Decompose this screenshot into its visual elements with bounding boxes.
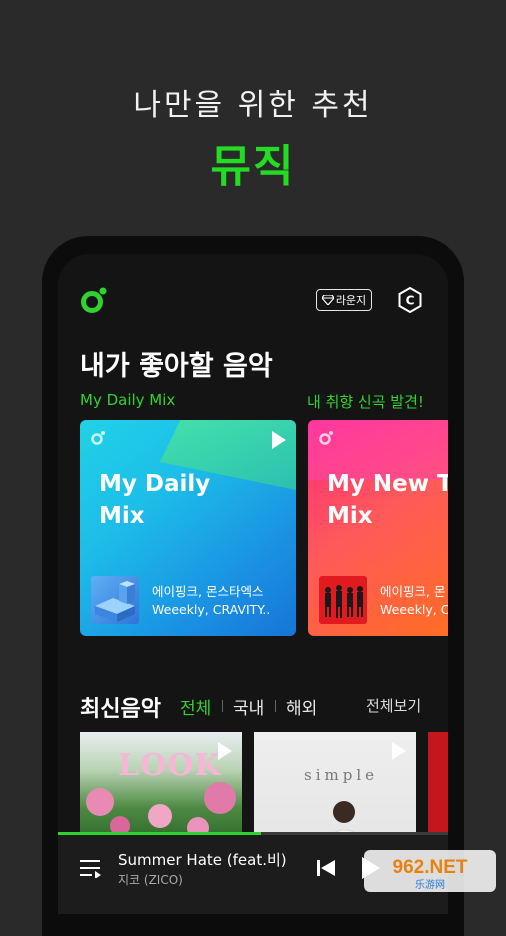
tab-all[interactable]: 전체 — [180, 694, 211, 719]
card-title: My Daily Mix — [99, 471, 211, 529]
tab-separator — [222, 700, 223, 712]
phone-screen: 라운지 C 내가 좋아할 음악 My Daily Mix 내 취향 신곡 발견!… — [58, 254, 448, 914]
watermark-logo: 962.NET 乐游网 — [364, 850, 496, 892]
album-card[interactable]: LOOK — [80, 732, 242, 840]
section-title-recommend: 내가 좋아할 음악 — [80, 351, 273, 382]
song-artist: 지코 (ZICO) — [118, 873, 183, 887]
tab-separator — [275, 700, 276, 712]
daily-mix-card[interactable]: My Daily Mix 에이핑크, 몬스타엑스 Weeekly, CRAVIT… — [80, 420, 296, 636]
progress-fill — [58, 832, 261, 835]
section-title-latest: 최신음악 — [80, 697, 161, 722]
card-thumbnail — [91, 576, 139, 624]
card-artists: 에이핑크, 몬스타엑스 Weeekly, CRAVITY.. — [152, 583, 270, 619]
play-icon[interactable] — [272, 431, 286, 449]
promo-subtitle: 나만을 위한 추천 — [133, 88, 373, 123]
lounge-label: 라운지 — [335, 294, 367, 307]
blocks-art-icon — [95, 581, 135, 622]
tab-domestic[interactable]: 국내 — [233, 694, 264, 719]
coin-label: C — [406, 294, 415, 308]
daily-mix-label: My Daily Mix — [80, 391, 176, 409]
artists-line-2: Weeekly, CR — [380, 602, 448, 617]
artists-line-2: Weeekly, CRAVITY.. — [152, 602, 271, 617]
watermark-text: 962.NET — [393, 857, 468, 878]
app-logo-icon[interactable] — [80, 286, 108, 314]
artists-line-1: 에이핑크, 몬 — [380, 584, 446, 599]
artists-line-1: 에이핑크, 몬스타엑스 — [152, 584, 264, 599]
card-thumbnail — [319, 576, 367, 624]
coin-icon[interactable]: C — [398, 287, 422, 313]
lounge-button[interactable]: 라운지 — [316, 289, 372, 311]
play-icon[interactable] — [218, 742, 232, 760]
card-title: My New Tr Mix — [327, 471, 448, 529]
album-card[interactable]: simple — [254, 732, 416, 840]
diamond-icon — [321, 295, 334, 305]
watermark-subtext: 乐游网 — [415, 878, 445, 891]
card-logo-icon — [91, 431, 105, 445]
new-tracks-label: 내 취향 신곡 발견! — [307, 393, 424, 411]
previous-icon[interactable] — [316, 858, 336, 878]
album-cover-text: LOOK — [118, 748, 222, 783]
card-logo-icon — [319, 431, 333, 445]
promo-title: 뮤직 — [210, 141, 296, 192]
new-tracks-card[interactable]: My New Tr Mix 에이핑크, 몬 Weeekly, CR — [308, 420, 448, 636]
tab-overseas[interactable]: 해외 — [286, 694, 317, 719]
silhouettes-art-icon — [325, 585, 363, 618]
card-artists: 에이핑크, 몬 Weeekly, CR — [380, 583, 448, 619]
song-title: Summer Hate (feat.비) — [118, 851, 287, 869]
play-icon[interactable] — [392, 742, 406, 760]
see-all-link[interactable]: 전체보기 — [366, 695, 421, 716]
album-card[interactable] — [428, 732, 448, 840]
queue-icon[interactable] — [80, 858, 102, 878]
